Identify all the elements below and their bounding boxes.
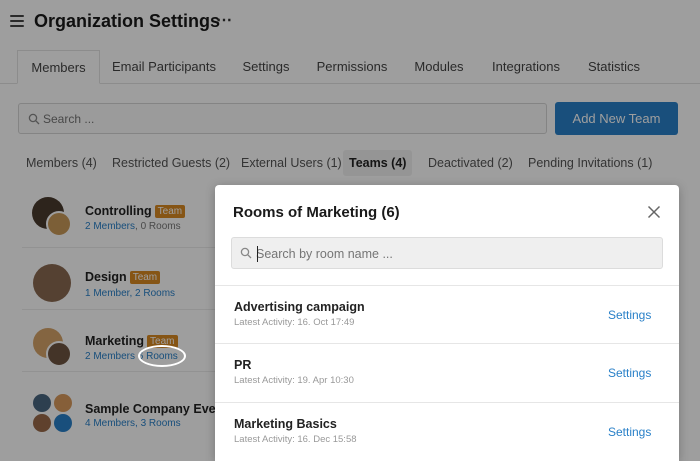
text-cursor	[257, 246, 258, 262]
room-row-pr[interactable]: PR Latest Activity: 19. Apr 10:30 Settin…	[215, 343, 679, 403]
room-latest-activity: Latest Activity: 16. Oct 17:49	[234, 317, 355, 328]
room-search-box	[231, 237, 663, 269]
room-name: Marketing Basics	[234, 417, 337, 431]
highlight-ring	[138, 345, 186, 367]
close-icon[interactable]	[647, 205, 661, 219]
rooms-modal: Rooms of Marketing (6) Advertising campa…	[215, 185, 679, 461]
room-latest-activity: Latest Activity: 19. Apr 10:30	[234, 375, 354, 386]
room-name: Advertising campaign	[234, 300, 365, 314]
room-settings-link[interactable]: Settings	[608, 308, 651, 322]
room-name: PR	[234, 358, 252, 372]
room-row-advertising-campaign[interactable]: Advertising campaign Latest Activity: 16…	[215, 285, 679, 345]
room-settings-link[interactable]: Settings	[608, 366, 651, 380]
room-settings-link[interactable]: Settings	[608, 425, 651, 439]
room-latest-activity: Latest Activity: 16. Dec 15:58	[234, 434, 357, 445]
modal-title: Rooms of Marketing (6)	[233, 204, 400, 221]
room-row-marketing-basics[interactable]: Marketing Basics Latest Activity: 16. De…	[215, 402, 679, 461]
room-search-input[interactable]	[256, 244, 651, 264]
search-icon	[240, 247, 252, 259]
